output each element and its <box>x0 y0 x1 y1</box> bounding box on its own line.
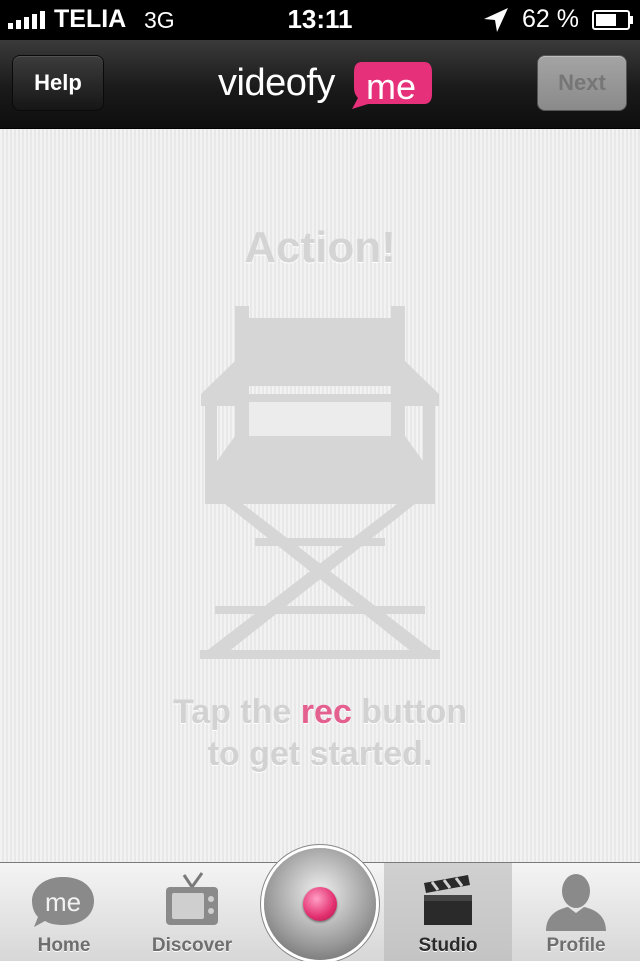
tab-home[interactable]: me Home <box>0 863 128 961</box>
hint-line-2: to get started. <box>207 735 433 773</box>
battery-percent: 62 % <box>522 5 579 33</box>
tab-home-label: Home <box>37 935 91 956</box>
videofyme-logo: videofy me <box>218 52 432 122</box>
tab-discover[interactable]: Discover <box>128 863 256 961</box>
hint-prefix: Tap the <box>172 693 301 731</box>
person-icon <box>546 874 606 931</box>
logo-word: videofy <box>218 62 335 104</box>
tab-discover-label: Discover <box>151 935 233 956</box>
tv-icon <box>166 872 218 925</box>
clapperboard-icon <box>424 875 472 925</box>
hint-rec-highlight: rec <box>300 693 352 731</box>
help-button[interactable]: Help <box>12 55 104 111</box>
logo-bubble-text: me <box>365 66 416 107</box>
status-bar: TELIA 3G 13:11 62 % <box>0 0 640 40</box>
tab-studio[interactable]: Studio <box>384 863 512 961</box>
hint-suffix: button <box>351 693 468 731</box>
record-button[interactable] <box>264 848 376 960</box>
studio-empty-state: Action! Tap the rec button to get starte… <box>0 129 640 862</box>
rec-hint-text: Tap the rec button to get started. <box>0 691 640 775</box>
record-dot-icon <box>303 887 337 921</box>
next-button[interactable]: Next <box>537 55 627 111</box>
directors-chair-icon <box>200 306 440 659</box>
location-arrow-icon <box>484 8 508 32</box>
tab-studio-label: Studio <box>418 935 478 956</box>
svg-text:me: me <box>45 887 81 917</box>
tab-profile-label: Profile <box>546 935 606 956</box>
hint-line-1: Tap the rec button <box>0 691 640 733</box>
tab-profile[interactable]: Profile <box>512 863 640 961</box>
battery-icon <box>592 10 633 30</box>
me-bubble-icon: me <box>32 877 94 927</box>
action-heading: Action! <box>244 223 396 272</box>
